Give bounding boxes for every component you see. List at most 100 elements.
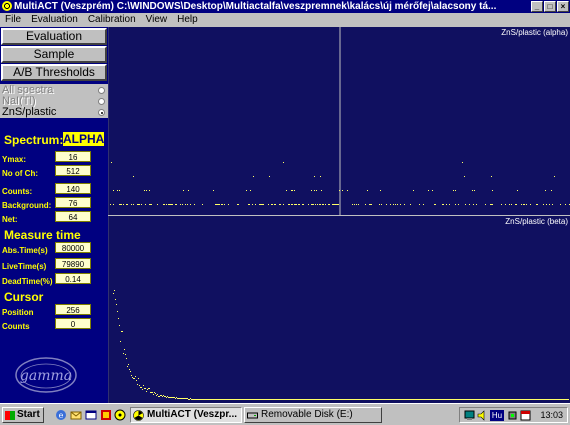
beta-data-point	[119, 325, 120, 326]
beta-data-point	[164, 396, 165, 397]
sample-button[interactable]: Sample	[1, 46, 107, 63]
task-removable-disk[interactable]: Removable Disk (E:)	[244, 407, 382, 423]
alpha-data-point	[473, 204, 474, 205]
beta-data-point	[433, 399, 434, 400]
beta-data-point	[451, 399, 452, 400]
beta-spectrum-plot[interactable]: ZnS/plastic (beta)	[108, 216, 570, 403]
alpha-data-point	[469, 204, 470, 205]
alpha-data-point	[365, 204, 366, 205]
beta-data-point	[423, 399, 424, 400]
menu-file[interactable]: File	[0, 13, 26, 27]
channels-field[interactable]: 512	[55, 165, 91, 176]
outlook-express-icon[interactable]	[70, 409, 82, 421]
beta-data-point	[457, 399, 458, 400]
menu-evaluation[interactable]: Evaluation	[26, 13, 83, 27]
beta-data-point	[201, 399, 202, 400]
beta-data-point	[562, 399, 563, 400]
beta-data-point	[281, 399, 282, 400]
beta-data-point	[425, 399, 426, 400]
alpha-plot-label: ZnS/plastic (alpha)	[501, 28, 568, 37]
alpha-data-point	[453, 190, 454, 191]
beta-data-point	[565, 399, 566, 400]
quick-launch-app-icon[interactable]	[114, 409, 126, 421]
alpha-data-point	[336, 204, 337, 205]
alpha-data-point	[492, 204, 493, 205]
beta-data-point	[460, 399, 461, 400]
taskbar: Start e MultiACT (Veszpr... Removable Di…	[0, 403, 570, 425]
beta-data-point	[545, 399, 546, 400]
alpha-data-point	[291, 204, 292, 205]
beta-data-point	[148, 388, 149, 389]
beta-data-point	[123, 353, 124, 354]
beta-data-point	[559, 399, 560, 400]
show-desktop-icon[interactable]	[85, 409, 97, 421]
beta-data-point	[385, 399, 386, 400]
close-button[interactable]: ×	[557, 1, 569, 12]
beta-data-point	[412, 399, 413, 400]
alpha-data-point	[537, 204, 538, 205]
beta-data-point	[229, 399, 230, 400]
alpha-data-point	[222, 204, 223, 205]
alpha-spectrum-canvas[interactable]	[109, 27, 570, 215]
alpha-data-point	[246, 190, 247, 191]
beta-data-point	[546, 399, 547, 400]
volume-icon[interactable]	[477, 410, 488, 421]
beta-data-point	[443, 399, 444, 400]
spectrum-selector[interactable]: ALPHA	[63, 132, 104, 146]
cursor-position-field[interactable]: 256	[55, 304, 91, 315]
clock[interactable]: 13:03	[540, 408, 563, 422]
beta-data-point	[287, 399, 288, 400]
monitor-icon[interactable]	[464, 410, 475, 421]
evaluation-button[interactable]: Evaluation	[1, 28, 107, 45]
beta-data-point	[538, 399, 539, 400]
beta-data-point	[331, 399, 332, 400]
beta-data-point	[170, 397, 171, 398]
maximize-button[interactable]: □	[544, 1, 556, 12]
beta-data-point	[204, 399, 205, 400]
alpha-data-point	[238, 204, 239, 205]
task-multiact[interactable]: MultiACT (Veszpr...	[130, 407, 242, 423]
beta-data-point	[518, 399, 519, 400]
beta-data-point	[441, 399, 442, 400]
usb-device-icon[interactable]	[507, 410, 518, 421]
alpha-data-point	[428, 190, 429, 191]
scheduler-icon[interactable]	[520, 410, 531, 421]
beta-data-point	[318, 399, 319, 400]
alpha-data-point	[523, 204, 524, 205]
beta-data-point	[117, 311, 118, 312]
beta-data-point	[504, 399, 505, 400]
minimize-button[interactable]: _	[531, 1, 543, 12]
beta-data-point	[424, 399, 425, 400]
beta-data-point	[319, 399, 320, 400]
beta-data-point	[133, 378, 134, 379]
language-indicator[interactable]: Hu	[490, 410, 504, 421]
thresholds-button[interactable]: A/B Thresholds	[1, 64, 107, 81]
beta-data-point	[533, 399, 534, 400]
beta-spectrum-canvas[interactable]	[109, 216, 570, 403]
beta-data-point	[252, 399, 253, 400]
alpha-data-point	[509, 204, 510, 205]
beta-data-point	[359, 399, 360, 400]
channels-icon[interactable]	[100, 409, 112, 421]
alpha-data-point	[224, 204, 225, 205]
control-panel: Evaluation Sample A/B Thresholds All spe…	[0, 27, 108, 403]
alpha-data-point	[119, 190, 120, 191]
menu-view[interactable]: View	[141, 13, 173, 27]
alpha-data-point	[274, 204, 275, 205]
alpha-data-point	[113, 190, 114, 191]
app-icon[interactable]	[2, 1, 12, 11]
menu-help[interactable]: Help	[172, 13, 203, 27]
beta-data-point	[288, 399, 289, 400]
ymax-field[interactable]: 16	[55, 151, 91, 162]
alpha-data-point	[291, 190, 292, 191]
alpha-spectrum-plot[interactable]: ZnS/plastic (alpha)	[108, 27, 570, 215]
beta-data-point	[167, 396, 168, 397]
beta-data-point	[265, 399, 266, 400]
internet-explorer-icon[interactable]: e	[55, 409, 67, 421]
radio-zns-plastic[interactable]: ZnS/plastic	[2, 107, 106, 118]
beta-data-point	[403, 399, 404, 400]
beta-data-point	[390, 399, 391, 400]
start-button[interactable]: Start	[2, 407, 44, 423]
alpha-data-point	[329, 204, 330, 205]
menu-calibration[interactable]: Calibration	[83, 13, 141, 27]
